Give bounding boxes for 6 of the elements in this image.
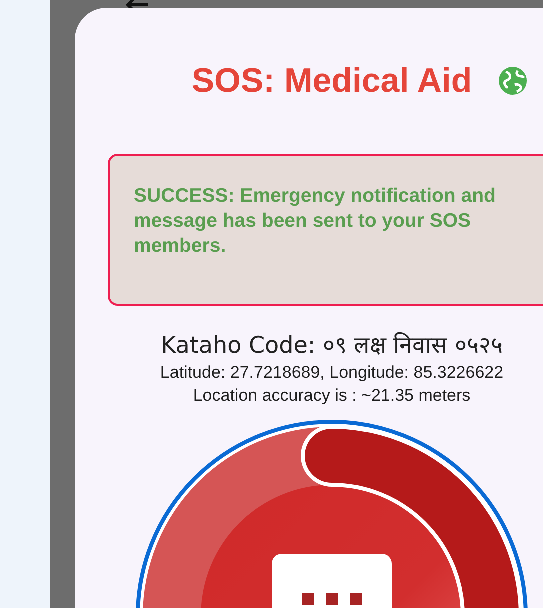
accuracy-text: Location accuracy is : ~21.35 meters — [193, 385, 471, 406]
success-message: SUCCESS: Emergency notification and message has been sent to your SOS members. — [108, 154, 543, 306]
dialog-title: SOS: Medical Aid — [192, 62, 472, 101]
globe-icon[interactable] — [497, 65, 529, 97]
kataho-code: Kataho Code: ०९ लक्ष निवास ०५२५ — [161, 331, 503, 360]
coordinates-text: Latitude: 27.7218689, Longitude: 85.3226622 — [160, 362, 504, 383]
